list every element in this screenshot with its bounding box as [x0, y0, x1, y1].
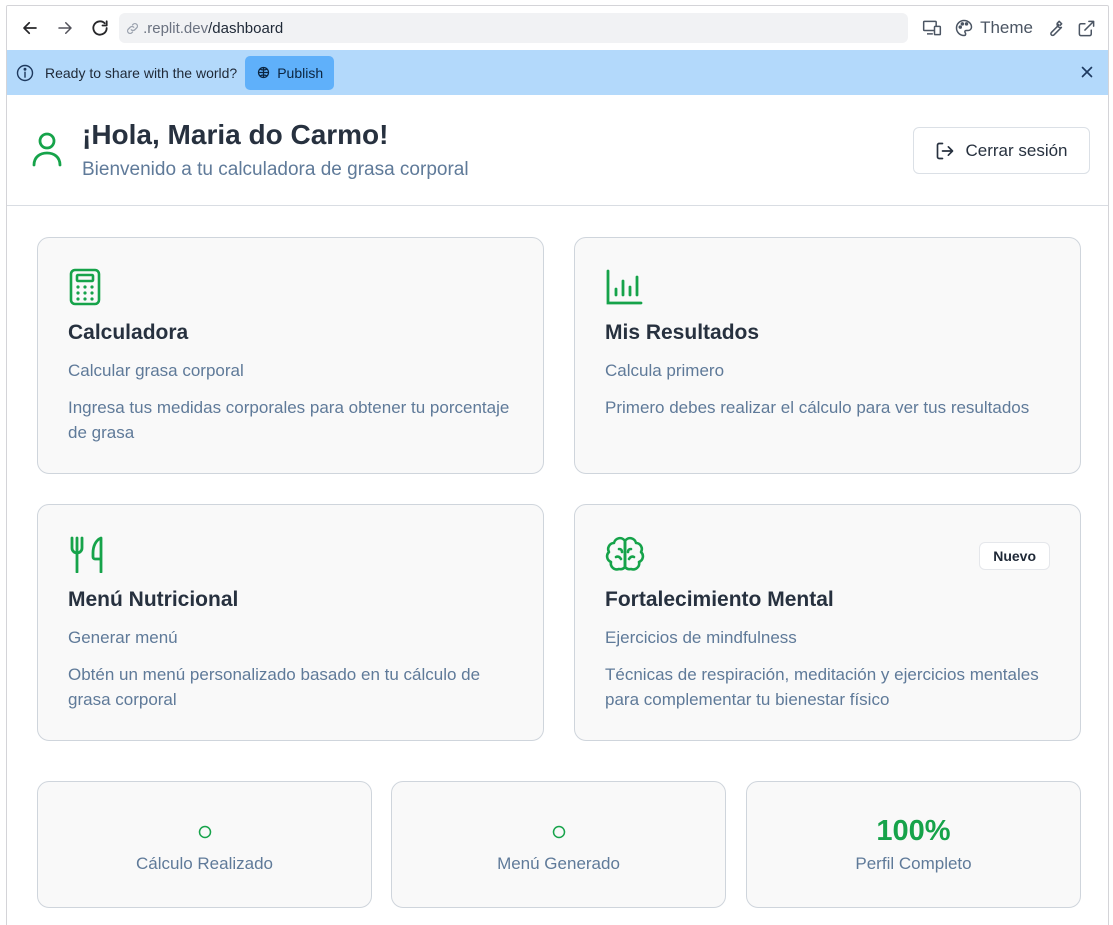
card-nutrition-menu[interactable]: Menú Nutricional Generar menú Obtén un m… [37, 504, 544, 741]
devtools-button[interactable] [1039, 12, 1071, 44]
page-title: ¡Hola, Maria do Carmo! [82, 119, 389, 150]
card-results[interactable]: Mis Resultados Calcula primero Primero d… [574, 237, 1081, 474]
back-button[interactable] [13, 12, 48, 44]
wrench-icon [1050, 20, 1063, 37]
forward-button[interactable] [48, 12, 83, 44]
publish-label: Publish [277, 64, 324, 81]
url-host: .replit.dev [143, 19, 209, 37]
url-path: /dashboard [208, 19, 284, 37]
card-description: Técnicas de respiración, meditación y ej… [605, 665, 1039, 709]
card-calculator[interactable]: Calculadora Calcular grasa corporal Ingr… [37, 237, 544, 474]
stat-calculation-done: Cálculo Realizado [37, 781, 372, 908]
page-subtitle: Bienvenido a tu calculadora de grasa cor… [82, 159, 469, 180]
theme-button[interactable]: Theme [948, 12, 1039, 44]
card-description: Ingresa tus medidas corporales para obte… [68, 398, 510, 442]
stat-label: Menú Generado [497, 854, 620, 873]
stat-menu-generated: Menú Generado [391, 781, 726, 908]
logout-label: Cerrar sesión [965, 140, 1068, 160]
card-mental-strength[interactable]: Nuevo Fortalecimiento Mental Ejercicios … [574, 504, 1081, 741]
stat-label: Perfil Completo [855, 854, 972, 873]
circle-icon [38, 825, 371, 839]
publish-button[interactable]: Publish [245, 55, 335, 90]
reload-button[interactable] [82, 12, 117, 44]
palette-icon [955, 19, 973, 37]
calculator-icon [68, 268, 102, 306]
devices-icon [922, 20, 942, 36]
logout-icon [937, 142, 954, 159]
new-badge: Nuevo [979, 542, 1050, 570]
card-subtitle: Generar menú [68, 628, 178, 647]
card-description: Obtén un menú personalizado basado en tu… [68, 665, 481, 709]
stat-label: Cálculo Realizado [135, 854, 274, 873]
card-description: Primero debes realizar el cálculo para v… [605, 398, 1030, 417]
card-title: Calculadora [68, 321, 189, 344]
open-new-tab-button[interactable] [1071, 12, 1102, 44]
card-title: Fortalecimiento Mental [605, 588, 834, 611]
card-subtitle: Ejercicios de mindfulness [605, 628, 797, 647]
browser-tools: Theme [916, 12, 1102, 44]
theme-label: Theme [980, 18, 1033, 37]
stat-profile-complete: 100% Perfil Completo [746, 781, 1081, 908]
logout-button[interactable]: Cerrar sesión [913, 127, 1090, 174]
brain-icon [605, 535, 645, 573]
card-title: Mis Resultados [605, 321, 760, 344]
reload-icon [92, 20, 108, 36]
banner-message: Ready to share with the world? [45, 64, 238, 81]
utensils-icon [68, 535, 106, 573]
card-title: Menú Nutricional [68, 588, 239, 611]
arrow-right-icon [58, 22, 72, 34]
stat-value: 100% [876, 815, 951, 847]
arrow-left-icon [23, 21, 38, 35]
page-header: ¡Hola, Maria do Carmo! Bienvenido a tu c… [7, 95, 1108, 206]
info-icon [15, 63, 35, 83]
link-icon [125, 21, 140, 36]
card-subtitle: Calcula primero [605, 361, 725, 380]
user-icon [31, 131, 63, 167]
close-icon[interactable] [1078, 63, 1096, 81]
browser-toolbar: .replit.dev/dashboard Theme [7, 6, 1108, 50]
devices-button[interactable] [916, 12, 948, 44]
publish-icon [258, 66, 270, 79]
circle-icon [392, 825, 725, 839]
publish-banner: Ready to share with the world? Publish [7, 50, 1108, 95]
address-bar[interactable]: .replit.dev/dashboard [119, 13, 909, 43]
browser-window: .replit.dev/dashboard Theme Ready to sha… [6, 5, 1109, 925]
bar-chart-icon [605, 268, 643, 306]
card-subtitle: Calcular grasa corporal [68, 361, 244, 380]
external-link-icon [1078, 20, 1095, 36]
